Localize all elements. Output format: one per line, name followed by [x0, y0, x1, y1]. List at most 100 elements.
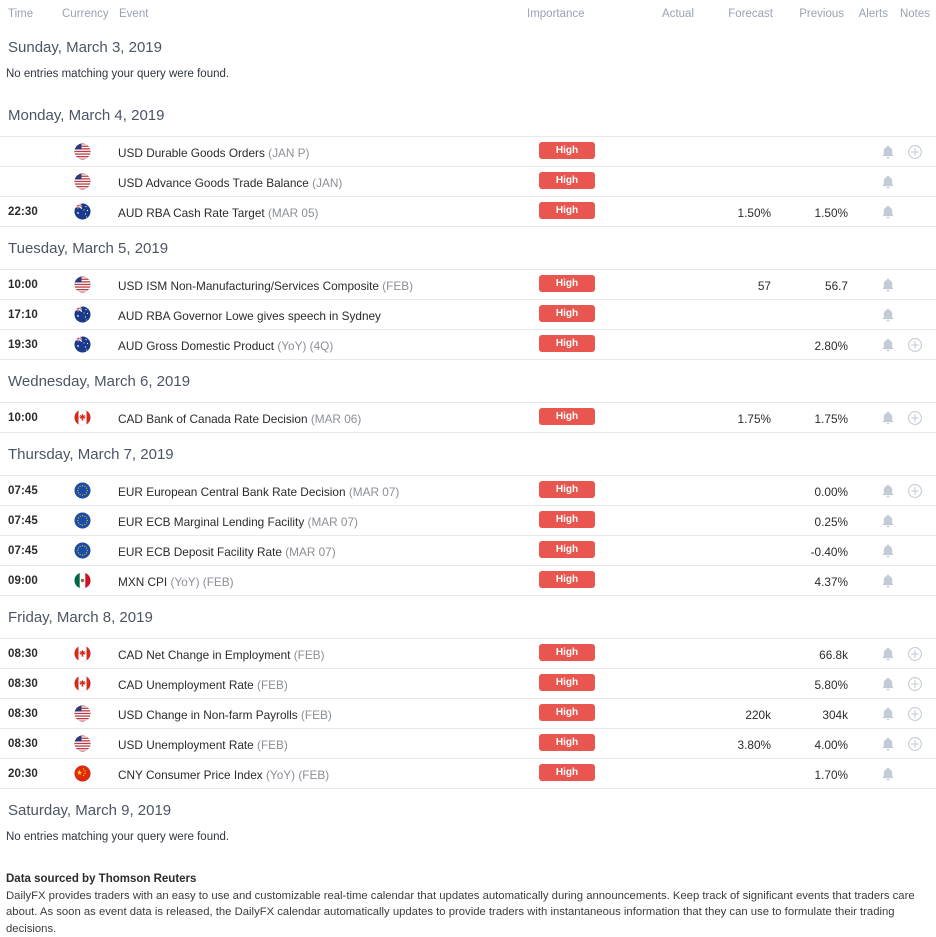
add-note-icon[interactable]	[907, 676, 923, 692]
event-currency: USD	[118, 738, 143, 752]
table-row[interactable]: 08:30 USD Change in Non-farm Payrolls (FE…	[0, 699, 936, 729]
event-name[interactable]: CAD Bank of Canada Rate Decision (MAR 06…	[118, 412, 361, 426]
column-header-importance[interactable]: Importance	[527, 8, 585, 20]
event-name[interactable]: USD Change in Non-farm Payrolls (FEB)	[118, 708, 332, 722]
event-name[interactable]: EUR European Central Bank Rate Decision …	[118, 485, 399, 499]
day-header: Tuesday, March 5, 2019	[8, 240, 169, 257]
event-name[interactable]: CNY Consumer Price Index (YoY) (FEB)	[118, 768, 329, 782]
table-row[interactable]: 10:00 CAD Bank of Canada Rate Decision (M…	[0, 403, 936, 433]
event-title: RBA Cash Rate Target	[146, 206, 265, 220]
alert-bell-icon[interactable]	[880, 144, 896, 160]
calendar-day-section: Sunday, March 3, 2019 No entries matching…	[0, 26, 936, 94]
add-note-icon[interactable]	[907, 736, 923, 752]
event-name[interactable]: EUR ECB Deposit Facility Rate (MAR 07)	[118, 545, 336, 559]
table-row[interactable]: 22:30 AUD RBA Cash Rate Target (MAR 05) Hi…	[0, 197, 936, 227]
event-name[interactable]: MXN CPI (YoY) (FEB)	[118, 575, 234, 589]
alert-bell-icon[interactable]	[880, 337, 896, 353]
event-name[interactable]: USD ISM Non-Manufacturing/Services Compo…	[118, 279, 413, 293]
column-header-time[interactable]: Time	[8, 8, 33, 20]
table-row[interactable]: 19:30 AUD Gross Domestic Product (YoY) (4…	[0, 330, 936, 360]
table-row[interactable]: 08:30 USD Unemployment Rate (FEB) High 3.80…	[0, 729, 936, 759]
column-header-previous[interactable]: Previous	[799, 8, 844, 20]
add-note-icon[interactable]	[907, 410, 923, 426]
calendar-day-section: Friday, March 8, 2019 08:30 CAD Net Change…	[0, 596, 936, 789]
event-name[interactable]: USD Advance Goods Trade Balance (JAN)	[118, 176, 342, 190]
alert-bell-icon[interactable]	[880, 483, 896, 499]
table-row[interactable]: 20:30 CNY Consumer Price Index (YoY) (FEB…	[0, 759, 936, 789]
event-name[interactable]: AUD Gross Domestic Product (YoY) (4Q)	[118, 339, 333, 353]
table-row[interactable]: 07:45 EUR ECB Marginal Lending Facility (…	[0, 506, 936, 536]
table-row[interactable]: 08:30 CAD Unemployment Rate (FEB) High 5.80…	[0, 669, 936, 699]
status-badge: High	[539, 734, 595, 751]
event-title: RBA Governor Lowe gives speech in Sydney	[146, 309, 381, 323]
add-note-icon[interactable]	[907, 483, 923, 499]
alert-bell-icon[interactable]	[880, 174, 896, 190]
event-period: (MAR 06)	[310, 412, 362, 426]
table-row[interactable]: 07:45 EUR European Central Bank Rate Deci…	[0, 476, 936, 506]
column-header-forecast[interactable]: Forecast	[728, 8, 773, 20]
table-row[interactable]: 08:30 CAD Net Change in Employment (FEB) H…	[0, 639, 936, 669]
column-header-notes[interactable]: Notes	[900, 8, 930, 20]
ca-flag-icon	[74, 645, 91, 662]
add-note-icon[interactable]	[907, 706, 923, 722]
alert-bell-icon[interactable]	[880, 277, 896, 293]
event-time: 08:30	[8, 738, 38, 750]
status-badge: High	[539, 764, 595, 781]
alert-bell-icon[interactable]	[880, 676, 896, 692]
event-previous: 56.7	[825, 279, 848, 293]
event-previous: 1.50%	[814, 206, 848, 220]
event-title: ECB Deposit Facility Rate	[146, 545, 282, 559]
importance-cell: High	[539, 275, 595, 292]
alert-bell-icon[interactable]	[880, 410, 896, 426]
event-currency: USD	[118, 708, 143, 722]
alert-bell-icon[interactable]	[880, 573, 896, 589]
event-title: Consumer Price Index	[145, 768, 263, 782]
alert-bell-icon[interactable]	[880, 204, 896, 220]
au-flag-icon	[74, 306, 91, 323]
alert-bell-icon[interactable]	[880, 543, 896, 559]
event-period: (JAN)	[312, 176, 343, 190]
table-row[interactable]: USD Advance Goods Trade Balance (JAN) Hig…	[0, 167, 936, 197]
column-header-actual[interactable]: Actual	[662, 8, 694, 20]
event-period: (MAR 07)	[285, 545, 336, 559]
event-name[interactable]: CAD Net Change in Employment (FEB)	[118, 648, 325, 662]
alert-bell-icon[interactable]	[880, 646, 896, 662]
alert-bell-icon[interactable]	[880, 736, 896, 752]
alert-bell-icon[interactable]	[880, 706, 896, 722]
add-note-icon[interactable]	[907, 144, 923, 160]
column-header-event[interactable]: Event	[119, 8, 148, 20]
table-row[interactable]: 09:00 MXN CPI (YoY) (FEB) High 4.37%	[0, 566, 936, 596]
table-row[interactable]: 07:45 EUR ECB Deposit Facility Rate (MAR …	[0, 536, 936, 566]
column-header-alerts[interactable]: Alerts	[859, 8, 888, 20]
event-currency: AUD	[118, 206, 143, 220]
alert-bell-icon[interactable]	[880, 307, 896, 323]
event-name[interactable]: USD Unemployment Rate (FEB)	[118, 738, 288, 752]
table-row[interactable]: USD Durable Goods Orders (JAN P) High	[0, 137, 936, 167]
importance-cell: High	[539, 511, 595, 528]
add-note-icon[interactable]	[907, 646, 923, 662]
alert-bell-icon[interactable]	[880, 766, 896, 782]
event-period: (YoY) (4Q)	[277, 339, 334, 353]
empty-query-message: No entries matching your query were foun…	[6, 831, 230, 843]
event-name[interactable]: EUR ECB Marginal Lending Facility (MAR 0…	[118, 515, 358, 529]
column-header-currency[interactable]: Currency	[62, 8, 109, 20]
event-name[interactable]: AUD RBA Governor Lowe gives speech in Sy…	[118, 309, 381, 323]
table-row[interactable]: 10:00 USD ISM Non-Manufacturing/Services …	[0, 270, 936, 300]
importance-cell: High	[539, 734, 595, 751]
table-row[interactable]: 17:10 AUD RBA Governor Lowe gives speech …	[0, 300, 936, 330]
add-note-icon[interactable]	[907, 337, 923, 353]
event-rows: 10:00 CAD Bank of Canada Rate Decision (M…	[0, 402, 936, 433]
importance-cell: High	[539, 481, 595, 498]
event-name[interactable]: CAD Unemployment Rate (FEB)	[118, 678, 288, 692]
importance-cell: High	[539, 408, 595, 425]
status-badge: High	[539, 571, 595, 588]
event-name[interactable]: USD Durable Goods Orders (JAN P)	[118, 146, 309, 160]
calendar-day-section: Thursday, March 7, 2019 07:45 EUR European…	[0, 433, 936, 596]
event-previous: 1.75%	[814, 412, 848, 426]
calendar-day-section: Monday, March 4, 2019 USD Durable Goods O…	[0, 94, 936, 227]
event-currency: CAD	[118, 412, 143, 426]
event-name[interactable]: AUD RBA Cash Rate Target (MAR 05)	[118, 206, 318, 220]
event-forecast: 57	[757, 279, 771, 293]
event-time: 09:00	[8, 575, 38, 587]
alert-bell-icon[interactable]	[880, 513, 896, 529]
